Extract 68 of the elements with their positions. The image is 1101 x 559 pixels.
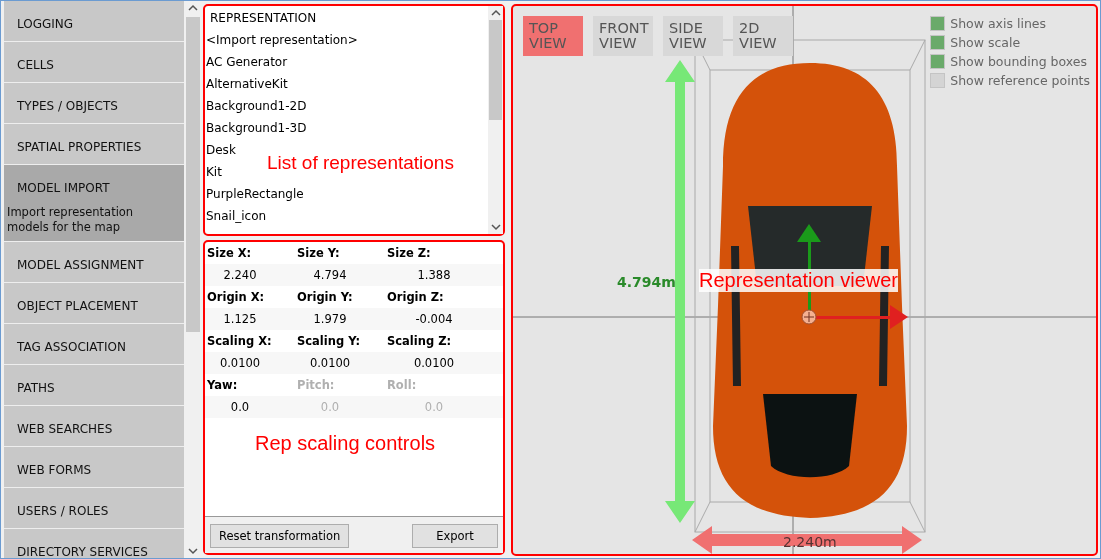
field-label: Pitch: — [296, 377, 336, 394]
list-item[interactable]: Desk — [206, 139, 236, 161]
checkbox[interactable] — [930, 16, 946, 31]
sidebar-item[interactable]: PATHS — [4, 365, 185, 406]
sidebar-item[interactable]: MODEL IMPORT Import representation models for the map — [4, 165, 185, 242]
checkbox[interactable] — [930, 35, 946, 50]
list-item[interactable]: Kit — [206, 161, 222, 183]
checkbox[interactable] — [930, 73, 946, 88]
checkbox[interactable] — [930, 54, 946, 69]
sidebar-item[interactable]: OBJECT PLACEMENT — [4, 283, 185, 324]
field-label: Origin Z: — [386, 289, 445, 306]
view-tab[interactable]: FRONT VIEW — [593, 16, 653, 56]
field-label: Scaling Z: — [386, 333, 453, 350]
width-label: 2.240m — [783, 534, 837, 550]
length-label: 4.794m — [617, 274, 676, 290]
field-label: Scaling Y: — [296, 333, 362, 350]
sidebar-item[interactable]: TYPES / OBJECTS — [4, 83, 185, 124]
sidebar-item[interactable]: CELLS — [4, 42, 185, 83]
list-item[interactable]: <Import representation> — [206, 29, 358, 51]
list-item[interactable]: Background1-3D — [206, 117, 307, 139]
reset-transformation-button[interactable]: Reset transformation — [210, 524, 350, 548]
list-header: REPRESENTATION — [209, 10, 318, 27]
input-field[interactable]: 1.125 — [205, 308, 295, 330]
input-field[interactable]: 0.0100 — [205, 352, 295, 374]
input-field[interactable]: 0.0 — [205, 396, 295, 418]
sidebar-item-description: Import representation models for the map — [6, 204, 135, 236]
list-item[interactable]: AC Generator — [206, 51, 288, 73]
list-item[interactable]: Background1-2D — [206, 95, 307, 117]
field-label: Size Z: — [386, 245, 432, 262]
field-label: Roll: — [386, 377, 418, 394]
input-field[interactable]: 0.0100 — [385, 352, 503, 374]
input-field[interactable]: 1.979 — [295, 308, 385, 330]
annotation-label: Representation viewer — [699, 269, 898, 292]
sidebar-item[interactable]: DIRECTORY SERVICES — [4, 529, 185, 558]
field-label: Yaw: — [206, 377, 239, 394]
sidebar-item[interactable]: TAG ASSOCIATION — [4, 324, 185, 365]
sidebar-item-label: MODEL IMPORT — [16, 180, 111, 195]
checkbox-label: Show bounding boxes — [950, 54, 1087, 69]
input-field[interactable]: 2.240 — [205, 264, 295, 286]
field-label: Size Y: — [296, 245, 341, 262]
input-field[interactable]: 0.0100 — [295, 352, 385, 374]
view-tab[interactable]: SIDE VIEW — [663, 16, 723, 56]
field-label: Scaling X: — [206, 333, 273, 350]
list-item[interactable]: AlternativeKit — [206, 73, 288, 95]
sidebar-item[interactable]: LOGGING — [4, 1, 185, 42]
input-field[interactable]: 1.388 — [385, 264, 503, 286]
list-item[interactable]: Snail_icon — [206, 205, 267, 227]
checkbox-label: Show axis lines — [950, 16, 1047, 31]
input-field[interactable]: 4.794 — [295, 264, 385, 286]
sidebar-item[interactable]: MODEL ASSIGNMENT — [4, 242, 185, 283]
field-label: Origin X: — [206, 289, 266, 306]
scrollbar-thumb[interactable] — [489, 20, 502, 120]
scrollbar-thumb[interactable] — [185, 17, 200, 332]
sidebar-item[interactable]: WEB SEARCHES — [4, 406, 185, 447]
checkbox-label: Show reference points — [950, 73, 1090, 88]
sidebar-item[interactable]: WEB FORMS — [4, 447, 185, 488]
origin-marker — [801, 309, 817, 325]
input-field[interactable]: -0.004 — [385, 308, 503, 330]
sidebar-item[interactable]: SPATIAL PROPERTIES — [4, 124, 185, 165]
annotation-label: List of representations — [267, 152, 454, 174]
export-button[interactable]: Export — [412, 524, 498, 548]
annotation-label: Rep scaling controls — [255, 432, 436, 455]
checkbox-label: Show scale — [950, 35, 1021, 50]
sidebar-item[interactable]: USERS / ROLES — [4, 488, 185, 529]
field-label: Size X: — [206, 245, 253, 262]
view-tab[interactable]: 2D VIEW — [733, 16, 793, 56]
list-item[interactable]: PurpleRectangle — [206, 183, 304, 205]
field-label: Origin Y: — [296, 289, 354, 306]
